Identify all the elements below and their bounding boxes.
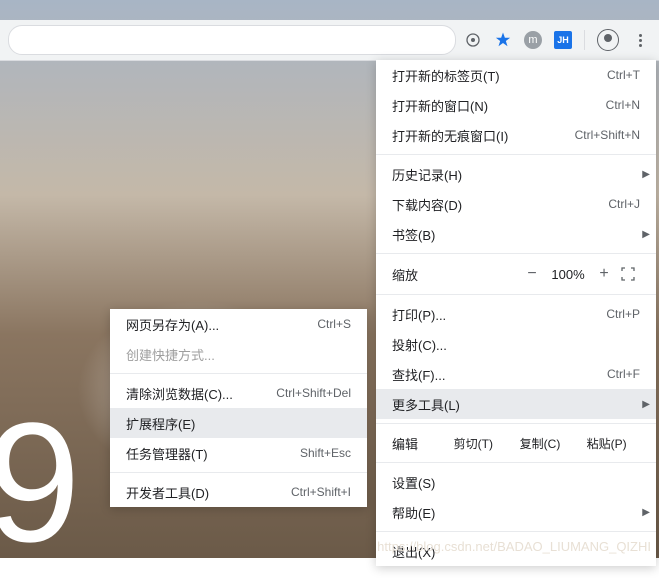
shortcut: Ctrl+N (606, 98, 640, 112)
divider (376, 423, 656, 424)
divider (376, 462, 656, 463)
chevron-right-icon: ▶ (642, 507, 650, 518)
chevron-right-icon: ▶ (642, 399, 650, 410)
shortcut: Ctrl+Shift+N (575, 128, 640, 142)
divider (376, 253, 656, 254)
label: 开发者工具(D) (126, 483, 291, 502)
label: 缩放 (392, 265, 520, 284)
extension-jh-icon[interactable]: JH (554, 31, 572, 49)
edit-cut[interactable]: 剪切(T) (440, 435, 507, 452)
shortcut: Ctrl+Shift+I (291, 485, 351, 499)
menu-bookmarks[interactable]: 书签(B)▶ (376, 219, 656, 249)
chevron-right-icon: ▶ (642, 229, 650, 240)
label: 设置(S) (392, 473, 640, 492)
divider (110, 373, 367, 374)
menu-settings[interactable]: 设置(S) (376, 467, 656, 497)
shortcut: Ctrl+S (317, 317, 351, 331)
submenu-save-as[interactable]: 网页另存为(A)...Ctrl+S (110, 309, 367, 339)
menu-zoom: 缩放 − 100% + (376, 258, 656, 290)
zoom-value: 100% (544, 267, 592, 282)
location-icon[interactable] (464, 31, 482, 49)
shortcut: Ctrl+P (606, 307, 640, 321)
menu-new-window[interactable]: 打开新的窗口(N)Ctrl+N (376, 90, 656, 120)
menu-more-tools[interactable]: 更多工具(L)▶ (376, 389, 656, 419)
zoom-in-button[interactable]: + (592, 262, 616, 286)
shortcut: Ctrl+F (607, 367, 640, 381)
label: 网页另存为(A)... (126, 315, 317, 334)
menu-help[interactable]: 帮助(E)▶ (376, 497, 656, 527)
label: 查找(F)... (392, 365, 607, 384)
browser-topbar: m JH (0, 20, 659, 61)
shortcut: Ctrl+Shift+Del (276, 386, 351, 400)
big-number: 9 (0, 398, 81, 568)
menu-downloads[interactable]: 下载内容(D)Ctrl+J (376, 189, 656, 219)
chevron-right-icon: ▶ (642, 169, 650, 180)
menu-cast[interactable]: 投射(C)... (376, 329, 656, 359)
menu-new-tab[interactable]: 打开新的标签页(T)Ctrl+T (376, 60, 656, 90)
chrome-main-menu: 打开新的标签页(T)Ctrl+T 打开新的窗口(N)Ctrl+N 打开新的无痕窗… (376, 60, 656, 566)
shortcut: Shift+Esc (300, 446, 351, 460)
divider (376, 294, 656, 295)
label: 任务管理器(T) (126, 444, 300, 463)
submenu-create-shortcut: 创建快捷方式... (110, 339, 367, 369)
extension-m-icon[interactable]: m (524, 31, 542, 49)
watermark-text: https://blog.csdn.net/BADAO_LIUMANG_QIZH… (377, 539, 651, 554)
toolbar-icons: m JH (464, 29, 659, 51)
label: 扩展程序(E) (126, 414, 351, 433)
edit-paste[interactable]: 粘贴(P) (573, 435, 640, 452)
bookmark-star-icon[interactable] (494, 31, 512, 49)
label: 投射(C)... (392, 335, 640, 354)
menu-incognito[interactable]: 打开新的无痕窗口(I)Ctrl+Shift+N (376, 120, 656, 150)
label: 打开新的无痕窗口(I) (392, 126, 575, 145)
divider (110, 472, 367, 473)
label: 打开新的窗口(N) (392, 96, 606, 115)
label: 打开新的标签页(T) (392, 66, 607, 85)
label: 打印(P)... (392, 305, 606, 324)
submenu-dev-tools[interactable]: 开发者工具(D)Ctrl+Shift+I (110, 477, 367, 507)
label: 帮助(E) (392, 503, 640, 522)
separator (584, 30, 585, 50)
zoom-out-button[interactable]: − (520, 262, 544, 286)
fullscreen-icon[interactable] (616, 267, 640, 281)
menu-history[interactable]: 历史记录(H)▶ (376, 159, 656, 189)
label: 历史记录(H) (392, 165, 640, 184)
shortcut: Ctrl+T (607, 68, 640, 82)
menu-print[interactable]: 打印(P)...Ctrl+P (376, 299, 656, 329)
divider (376, 154, 656, 155)
label: 创建快捷方式... (126, 345, 351, 364)
shortcut: Ctrl+J (608, 197, 640, 211)
profile-icon[interactable] (597, 29, 619, 51)
submenu-task-manager[interactable]: 任务管理器(T)Shift+Esc (110, 438, 367, 468)
submenu-clear-data[interactable]: 清除浏览数据(C)...Ctrl+Shift+Del (110, 378, 367, 408)
menu-find[interactable]: 查找(F)...Ctrl+F (376, 359, 656, 389)
label: 编辑 (392, 434, 440, 453)
address-bar[interactable] (8, 25, 456, 55)
divider (376, 531, 656, 532)
submenu-extensions[interactable]: 扩展程序(E) (110, 408, 367, 438)
label: 更多工具(L) (392, 395, 640, 414)
menu-edit-row: 编辑 剪切(T) 复制(C) 粘贴(P) (376, 428, 656, 458)
edit-copy[interactable]: 复制(C) (507, 435, 574, 452)
label: 书签(B) (392, 225, 640, 244)
label: 下载内容(D) (392, 195, 608, 214)
menu-dots-icon[interactable] (631, 31, 649, 49)
label: 清除浏览数据(C)... (126, 384, 276, 403)
more-tools-submenu: 网页另存为(A)...Ctrl+S 创建快捷方式... 清除浏览数据(C)...… (110, 309, 367, 507)
